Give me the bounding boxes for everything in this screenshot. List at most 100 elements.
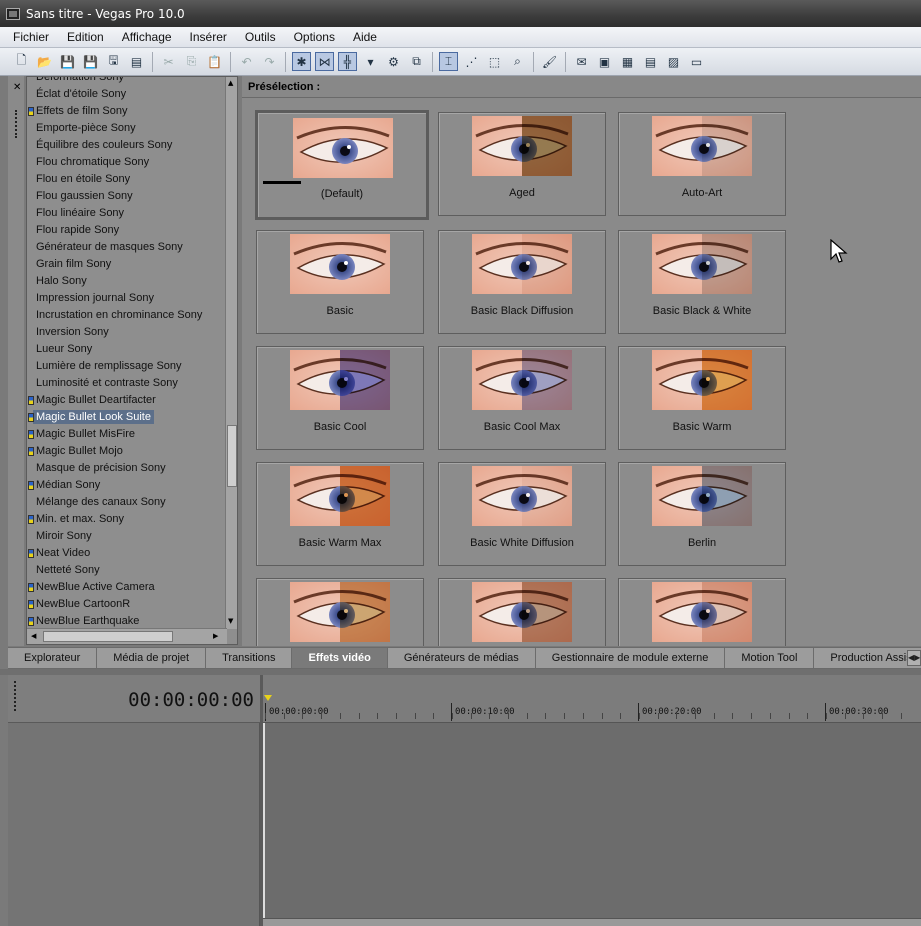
effect-list-item[interactable]: Effets de film Sony xyxy=(27,103,227,120)
effect-list-item[interactable]: Déformation Sony xyxy=(27,77,227,86)
dock-grip[interactable]: ✕ xyxy=(8,76,24,646)
cursor-marker-icon[interactable] xyxy=(264,695,272,701)
tab-5[interactable]: Gestionnaire de module externe xyxy=(536,648,726,668)
menu-item-2[interactable]: Affichage xyxy=(113,30,181,44)
preset-tile[interactable]: Basic Black & White xyxy=(618,230,786,334)
effect-list-item[interactable]: NewBlue CartoonR xyxy=(27,596,227,613)
envelope-edit-tool-icon[interactable]: ⋰ xyxy=(462,52,481,71)
effect-list-item[interactable]: Magic Bullet Mojo xyxy=(27,443,227,460)
effect-list-item[interactable]: Masque de précision Sony xyxy=(27,460,227,477)
paste-icon[interactable]: 📋 xyxy=(205,52,224,71)
scroll-left-icon[interactable]: ◀ xyxy=(31,632,36,640)
effects-list-horizontal-scrollbar[interactable]: ◀ ▶ xyxy=(27,628,227,644)
effect-list-item[interactable]: Halo Sony xyxy=(27,273,227,290)
preset-tile[interactable]: Basic Warm xyxy=(618,346,786,450)
effect-list-item[interactable]: Luminosité et contraste Sony xyxy=(27,375,227,392)
scrollbar-thumb[interactable] xyxy=(227,425,237,487)
effect-list-item[interactable]: Incrustation en chrominance Sony xyxy=(27,307,227,324)
effect-list-item[interactable]: Impression journal Sony xyxy=(27,290,227,307)
menu-item-3[interactable]: Insérer xyxy=(181,30,236,44)
new-file-icon[interactable]: 🗋 xyxy=(12,52,31,71)
effect-list-item[interactable]: NewBlue Active Camera xyxy=(27,579,227,596)
preset-tile[interactable]: Basic Cool Max xyxy=(438,346,606,450)
media-icon[interactable]: ▦ xyxy=(618,52,637,71)
tab-1[interactable]: Média de projet xyxy=(97,648,207,668)
selection-edit-tool-icon[interactable]: ⬚ xyxy=(485,52,504,71)
tab-2[interactable]: Transitions xyxy=(206,648,293,668)
preset-tile[interactable]: (Default) xyxy=(255,110,429,220)
menu-item-5[interactable]: Options xyxy=(285,30,344,44)
preset-tile[interactable]: Basic White Diffusion xyxy=(438,462,606,566)
snapping-icon[interactable]: ✱ xyxy=(292,52,311,71)
menu-item-6[interactable]: Aide xyxy=(344,30,386,44)
effect-list-item[interactable]: Flou rapide Sony xyxy=(27,222,227,239)
effect-list-item[interactable]: Grain film Sony xyxy=(27,256,227,273)
save-icon[interactable]: 💾 xyxy=(58,52,77,71)
effect-list-item[interactable]: Inversion Sony xyxy=(27,324,227,341)
what-is-this-icon[interactable]: ▣ xyxy=(595,52,614,71)
menu-item-0[interactable]: Fichier xyxy=(4,30,58,44)
effect-list-item[interactable]: Miroir Sony xyxy=(27,528,227,545)
redo-icon[interactable]: ↷ xyxy=(260,52,279,71)
online-help-icon[interactable]: ✉ xyxy=(572,52,591,71)
tab-0[interactable]: Explorateur xyxy=(8,648,98,668)
lock-envelopes-icon[interactable]: ⚙ xyxy=(384,52,403,71)
preset-tile[interactable] xyxy=(618,578,786,646)
menu-item-1[interactable]: Edition xyxy=(58,30,113,44)
tab-3[interactable]: Effets vidéo xyxy=(292,648,388,668)
effect-list-item[interactable]: Magic Bullet Look Suite xyxy=(27,409,227,426)
scroll-down-icon[interactable]: ▼ xyxy=(228,617,233,625)
undo-icon[interactable]: ↶ xyxy=(237,52,256,71)
zoom-edit-tool-icon[interactable]: ⌕ xyxy=(508,52,527,71)
effect-list-item[interactable]: Flou en étoile Sony xyxy=(27,171,227,188)
grip-handle-icon[interactable] xyxy=(14,681,16,711)
effect-list-item[interactable]: Neat Video xyxy=(27,545,227,562)
preset-tile[interactable] xyxy=(256,578,424,646)
normal-edit-tool-icon[interactable]: ⌶ xyxy=(439,52,458,71)
mixer-icon[interactable]: ▤ xyxy=(641,52,660,71)
effect-list-item[interactable]: Générateur de masques Sony xyxy=(27,239,227,256)
effect-list-item[interactable]: Magic Bullet MisFire xyxy=(27,426,227,443)
preset-tile[interactable] xyxy=(438,578,606,646)
effect-list-item[interactable]: Flou gaussien Sony xyxy=(27,188,227,205)
copy-icon[interactable]: ⎘ xyxy=(182,52,201,71)
scrollbar-thumb[interactable] xyxy=(43,631,173,642)
ripple-dropdown-icon[interactable]: ▾ xyxy=(361,52,380,71)
properties-icon[interactable]: ▤ xyxy=(127,52,146,71)
open-icon[interactable]: 📂 xyxy=(35,52,54,71)
grip-handle-icon[interactable] xyxy=(15,110,17,138)
effect-list-item[interactable]: Lumière de remplissage Sony xyxy=(27,358,227,375)
cut-icon[interactable]: ✂ xyxy=(159,52,178,71)
effect-list-item[interactable]: Lueur Sony xyxy=(27,341,227,358)
effect-list-item[interactable]: Min. et max. Sony xyxy=(27,511,227,528)
effect-list-item[interactable]: Éclat d'étoile Sony xyxy=(27,86,227,103)
auto-crossfade-icon[interactable]: ⋈ xyxy=(315,52,334,71)
timecode-display[interactable]: 00:00:00:00 xyxy=(128,689,254,711)
effect-list-item[interactable]: Mélange des canaux Sony xyxy=(27,494,227,511)
save-as-icon[interactable]: 💾 xyxy=(81,52,100,71)
preset-tile[interactable]: Berlin xyxy=(618,462,786,566)
scroll-right-icon[interactable]: ▶ xyxy=(213,632,218,640)
vegas-app-icon[interactable] xyxy=(6,7,20,20)
tab-scroll-icon[interactable]: ◀▶ xyxy=(907,650,921,666)
timeline-tracks-area[interactable] xyxy=(263,723,921,918)
preset-tile[interactable]: Basic Black Diffusion xyxy=(438,230,606,334)
effect-list-item[interactable]: Équilibre des couleurs Sony xyxy=(27,137,227,154)
effects-list-vertical-scrollbar[interactable]: ▲ ▼ xyxy=(225,77,237,629)
preset-tile[interactable]: Basic xyxy=(256,230,424,334)
scroll-up-icon[interactable]: ▲ xyxy=(228,79,233,87)
auto-ripple-icon[interactable]: ╬ xyxy=(338,52,357,71)
tab-7[interactable]: Production Assista xyxy=(814,648,921,668)
effect-list-item[interactable]: Magic Bullet Deartifacter xyxy=(27,392,227,409)
close-icon[interactable]: ✕ xyxy=(13,82,21,93)
preview-icon[interactable]: ▨ xyxy=(664,52,683,71)
ignore-grouping-icon[interactable]: ⧉ xyxy=(407,52,426,71)
track-list[interactable] xyxy=(8,723,260,926)
effect-list-item[interactable]: Emporte-pièce Sony xyxy=(27,120,227,137)
paint-icon[interactable]: 🖌 xyxy=(540,52,559,71)
menu-item-4[interactable]: Outils xyxy=(236,30,285,44)
effect-list-item[interactable]: Flou linéaire Sony xyxy=(27,205,227,222)
timeline-ruler[interactable]: 00:00:00:00 00:00:10:00 00:00:20:00 00:00:3… xyxy=(263,675,921,723)
preset-tile[interactable]: Basic Cool xyxy=(256,346,424,450)
tab-4[interactable]: Générateurs de médias xyxy=(388,648,536,668)
